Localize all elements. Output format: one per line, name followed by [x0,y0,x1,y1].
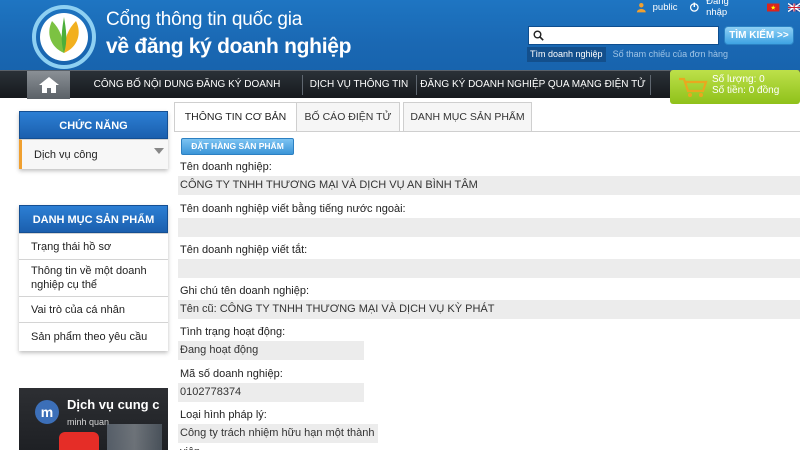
user-icon [636,3,646,13]
function-panel-title: CHỨC NĂNG [19,111,168,139]
field-label-foreign-name: Tên doanh nghiệp viết bằng tiếng nước ng… [180,203,406,215]
uk-flag-icon[interactable] [787,2,800,12]
nav-separator [650,75,651,95]
video-channel: minh quan [67,417,110,427]
home-icon [39,77,59,93]
function-panel: CHỨC NĂNG Dịch vụ công [19,111,168,169]
catalog-panel-title: DANH MỤC SẢN PHẨM [19,205,168,233]
search-button[interactable]: TÌM KIẾM >> [724,26,794,45]
site-header: Cổng thông tin quốc gia về đăng ký doanh… [0,0,800,72]
top-links: public Đăng nhập [636,0,800,18]
sidebar-item-custom-products[interactable]: Sản phẩm theo yêu cầu [19,322,168,350]
cart-amount: Số tiền: 0 đồng [712,85,780,96]
catalog-panel: DANH MỤC SẢN PHẨM Trạng thái hồ sơ Thông… [19,205,168,351]
sidebar-item-enterprise-info[interactable]: Thông tin về một doanh nghiệp cụ thể [19,259,168,296]
field-value-abbreviated-name [178,259,800,278]
field-label-operating-status: Tình trạng hoạt động: [180,326,286,338]
cart-quantity: Số lượng: 0 [712,74,765,85]
field-value-legal-type: Công ty trách nhiệm hữu hạn một thành vi… [178,424,378,450]
video-scene-image [107,424,162,450]
search-mode-tabs: Tìm doanh nghiệp Số tham chiếu của đơn h… [527,47,731,62]
nav-item-info-services[interactable]: DỊCH VỤ THÔNG TIN [306,71,412,99]
channel-avatar: m [35,400,59,424]
search-tab-order-ref[interactable]: Số tham chiếu của đơn hàng [610,47,731,62]
chevron-down-icon [154,148,164,154]
public-link[interactable]: public [653,2,678,13]
sidebar-item-individual-roles[interactable]: Vai trò của cá nhân [19,296,168,322]
nav-separator [302,75,303,95]
sidebar-item-public-services[interactable]: Dịch vụ công [19,139,168,169]
cart-summary: Số lượng: 0 Số tiền: 0 đồng [712,74,779,96]
field-label-name-note: Ghi chú tên doanh nghiệp: [180,285,310,297]
tab-divider [174,131,800,132]
field-value-enterprise-code: 0102778374 [178,383,364,402]
nav-separator [416,75,417,95]
field-value-name-note: Tên cũ: CÔNG TY TNHH THƯƠNG MẠI VÀ DỊCH … [178,300,800,319]
field-label-enterprise-code: Mã số doanh nghiệp: [180,368,283,380]
play-icon[interactable] [59,432,99,450]
field-value-operating-status: Đang hoạt động [178,341,364,360]
field-label-enterprise-name: Tên doanh nghiệp: [180,161,272,173]
tab-basic-info[interactable]: THÔNG TIN CƠ BẢN [174,102,297,132]
search-tab-enterprise[interactable]: Tìm doanh nghiệp [527,47,606,62]
vietnam-flag-icon[interactable] [767,3,780,12]
sidebar-item-label: Dịch vụ công [34,149,98,161]
logo-icon[interactable] [30,3,98,69]
site-title-line1: Cổng thông tin quốc gia [106,9,303,30]
cart-icon [679,77,708,97]
field-label-abbreviated-name: Tên doanh nghiệp viết tắt: [180,244,308,256]
tab-e-announcement[interactable]: BỐ CÁO ĐIỆN TỬ [296,102,400,131]
site-title-line2: về đăng ký doanh nghiệp [106,35,352,58]
search-box [528,26,719,45]
sidebar-item-application-status[interactable]: Trạng thái hồ sơ [19,233,168,259]
tab-product-catalog[interactable]: DANH MỤC SẢN PHẨM [403,102,532,131]
shopping-cart[interactable]: Số lượng: 0 Số tiền: 0 đồng [670,70,800,104]
video-thumbnail[interactable]: m Dịch vụ cung c minh quan [19,388,168,450]
search-icon [533,30,544,41]
video-title: Dịch vụ cung c [67,397,160,412]
field-label-legal-type: Loại hình pháp lý: [180,409,267,421]
login-link[interactable]: Đăng nhập [706,0,747,18]
search-input[interactable] [547,28,715,43]
field-value-enterprise-name: CÔNG TY TNHH THƯƠNG MẠI VÀ DỊCH VỤ AN BÌ… [178,176,800,195]
order-product-button[interactable]: ĐẶT HÀNG SẢN PHẨM [181,138,294,155]
home-button[interactable] [27,71,70,99]
nav-item-online-registration[interactable]: ĐĂNG KÝ DOANH NGHIỆP QUA MẠNG ĐIỆN TỬ [420,71,646,99]
field-value-foreign-name [178,218,800,237]
power-icon [690,2,700,12]
nav-item-publish[interactable]: CÔNG BỐ NỘI DUNG ĐĂNG KÝ DOANH NGHIỆP [76,71,298,118]
